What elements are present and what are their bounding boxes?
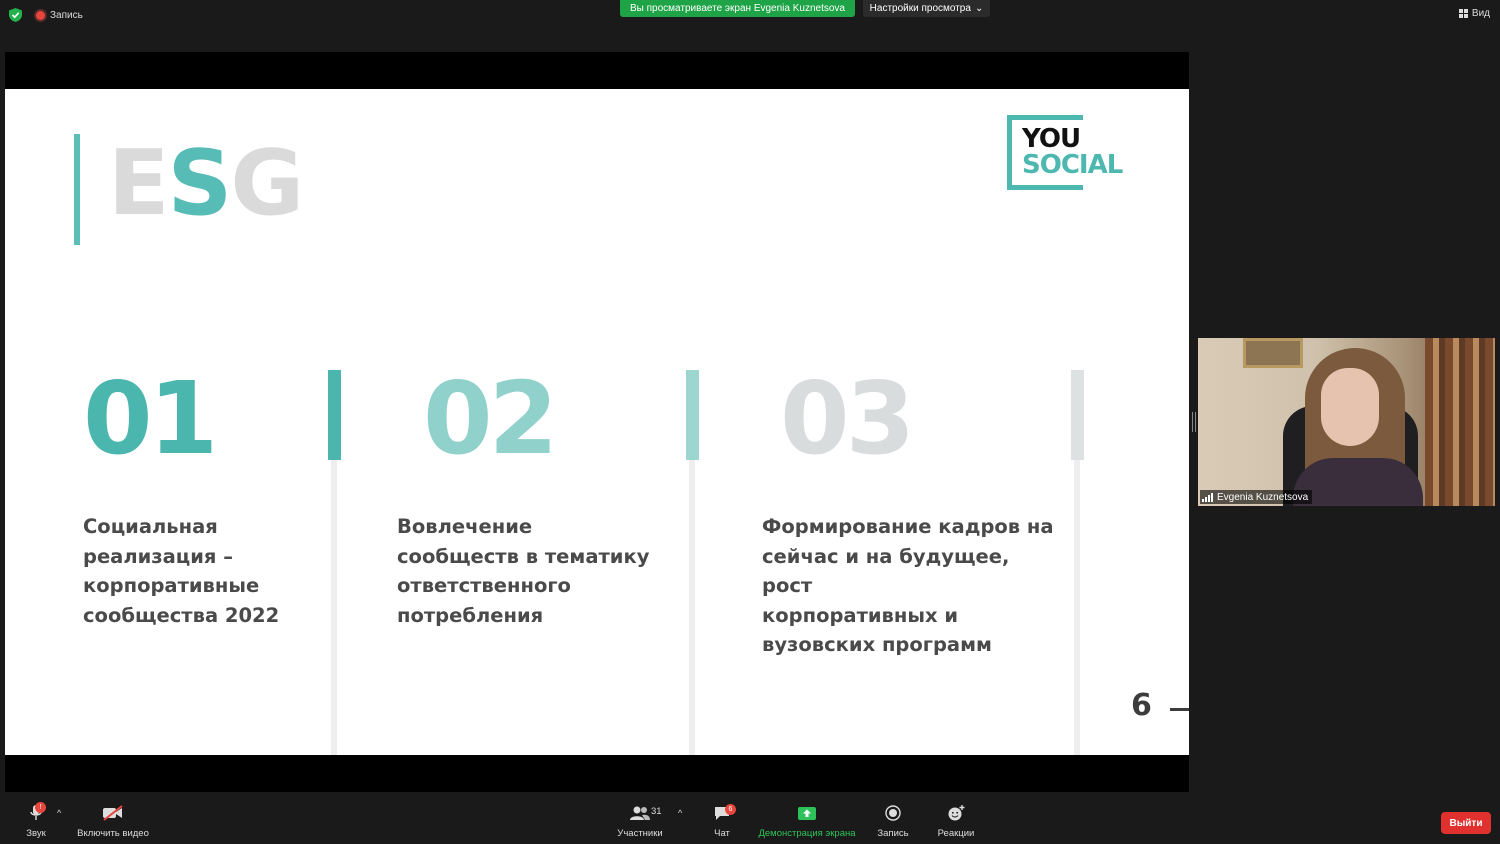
leave-meeting-button[interactable]: Выйти [1441,812,1491,834]
participants-icon [630,806,650,820]
viewing-screen-banner: Вы просматриваете экран Evgenia Kuznetso… [620,0,855,17]
signal-strength-icon [1202,492,1213,502]
participant-video-tile[interactable]: Evgenia Kuznetsova [1198,338,1495,506]
chat-unread-badge: 6 [725,804,736,815]
share-screen-icon [798,806,816,820]
smiley-plus-icon [948,805,965,821]
audio-button[interactable]: ! Звук [16,800,56,844]
view-label: Вид [1471,8,1490,19]
participants-label: Участники [617,828,663,839]
security-shield-icon[interactable] [9,8,22,22]
chat-button[interactable]: 6 Чат [702,800,742,844]
share-screen-label: Демонстрация экрана [758,828,856,839]
view-settings-label: Настройки просмотра [869,3,971,14]
title-accent-bar [74,134,80,245]
grid-view-icon [1458,9,1468,18]
chevron-down-icon: ⌄ [974,3,984,14]
column-number: 02 [423,360,558,477]
video-off-icon [103,805,123,821]
column-text: Формирование кадров на сейчас и на будущ… [762,515,1054,656]
participant-name: Evgenia Kuznetsova [1217,491,1309,503]
record-button[interactable]: Запись [872,800,914,844]
meeting-toolbar: ! Звук ^ Включить видео 31 Участники ^ 6… [0,800,1500,844]
column-text: Социальная реализация – корпоративные со… [83,515,280,627]
yousocial-logo: YOU SOCIAL [1007,115,1131,190]
column-number: 03 [780,360,915,477]
panel-resize-handle[interactable] [1192,412,1196,432]
page-dash [1170,708,1189,711]
shared-screen[interactable]: ESG YOU SOCIAL 01 02 03 Социальная реали… [5,52,1189,792]
column-text: Вовлечение сообществ в тематику ответств… [397,515,650,627]
view-settings-menu[interactable]: Настройки просмотра ⌄ [863,0,990,17]
chat-label: Чат [714,828,730,839]
record-icon [885,805,901,821]
record-label: Запись [877,828,909,839]
participants-options-caret[interactable]: ^ [678,808,682,818]
reactions-label: Реакции [937,828,975,839]
participant-name-label: Evgenia Kuznetsova [1200,490,1313,504]
slide-title: ESG [108,131,304,236]
participants-count: 31 [651,806,662,817]
slide-page-number: 6 [1131,688,1152,723]
top-bar: Запись Вы просматриваете экран Evgenia K… [0,0,1500,30]
recording-label: Запись [50,9,83,21]
participants-button[interactable]: 31 Участники [612,800,668,844]
recording-dot-icon [36,10,45,20]
recording-indicator[interactable]: Запись [36,8,83,22]
share-screen-button[interactable]: Демонстрация экрана [755,800,859,844]
view-button[interactable]: Вид [1458,8,1490,19]
audio-label: Звук [26,828,46,839]
presentation-slide: ESG YOU SOCIAL 01 02 03 Социальная реали… [5,89,1189,755]
audio-options-caret[interactable]: ^ [57,808,61,818]
column-number: 01 [83,360,218,477]
audio-alert-badge: ! [35,802,46,813]
video-label: Включить видео [77,828,149,839]
zoom-meeting-window: Запись Вы просматриваете экран Evgenia K… [0,0,1500,844]
start-video-button[interactable]: Включить видео [72,800,154,844]
reactions-button[interactable]: Реакции [932,800,980,844]
